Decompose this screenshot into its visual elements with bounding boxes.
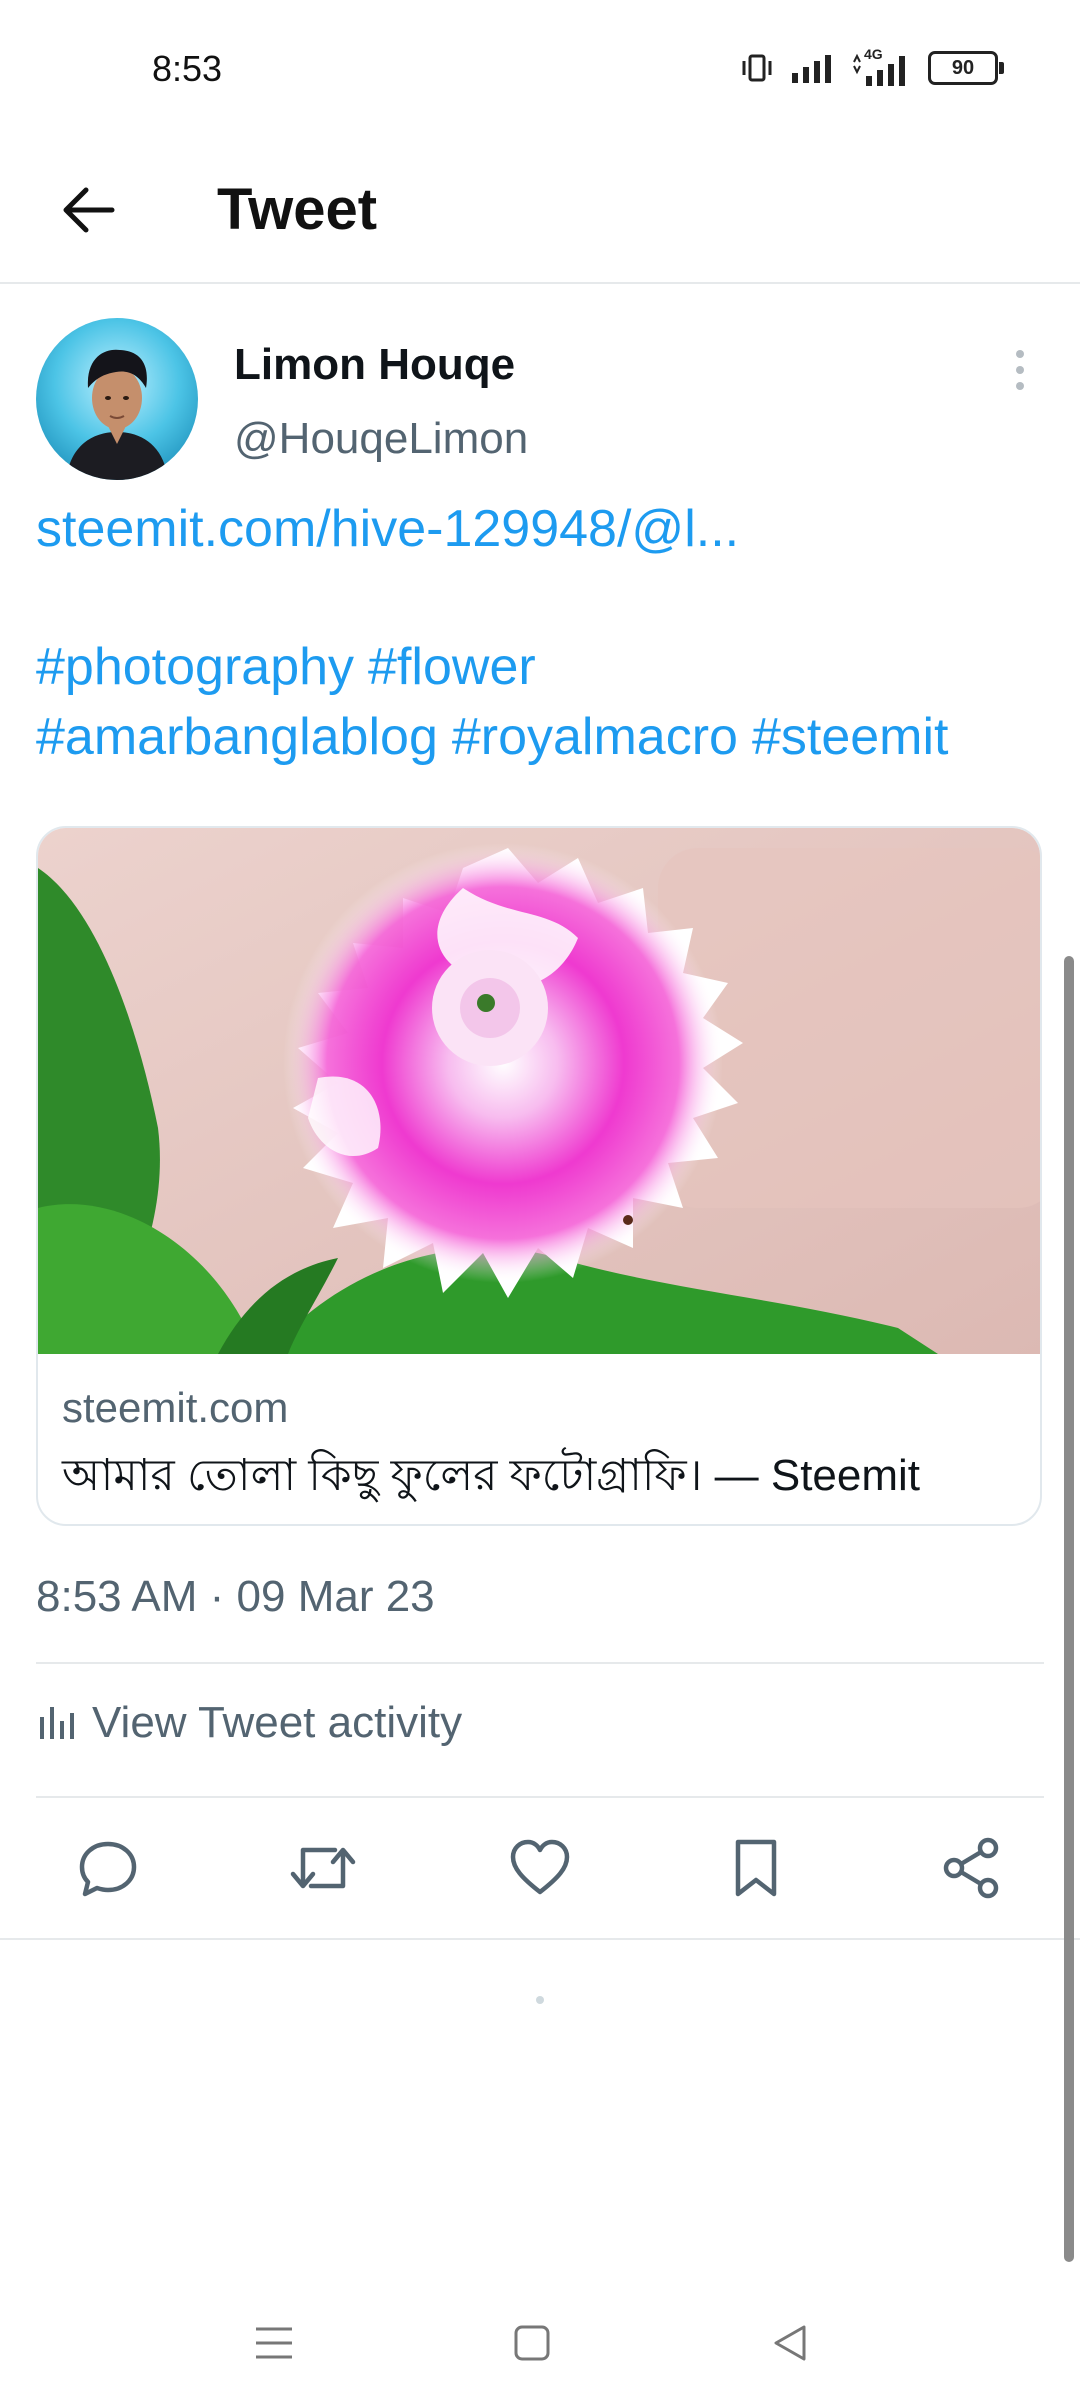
arrow-left-icon [63, 187, 115, 233]
tweet-actions [0, 1808, 1080, 1928]
battery-icon: 90 [928, 51, 1004, 85]
link-card-title: আমার তোলা কিছু ফুলের ফটোগ্রাফি। — Steemi… [62, 1451, 921, 1500]
link-preview-image [38, 828, 1040, 1354]
divider [36, 1662, 1044, 1664]
home-button[interactable] [492, 2308, 572, 2378]
speech-bubble-icon [79, 1841, 137, 1897]
triangle-back-icon [774, 2325, 806, 2361]
tweet-hashtags: #photography #flower #amarbanglablog #roya… [36, 632, 1056, 772]
reply-button[interactable] [68, 1828, 148, 1908]
bookmark-button[interactable] [716, 1828, 796, 1908]
more-options-button[interactable] [1000, 345, 1040, 395]
share-icon [943, 1837, 999, 1899]
divider [0, 1938, 1080, 1940]
battery-level: 90 [951, 56, 975, 79]
square-icon [514, 2325, 550, 2361]
vibrate-icon [742, 54, 772, 82]
back-button[interactable] [48, 170, 128, 250]
status-bar: 8:53 4G 90 [0, 0, 1080, 140]
hashtag-link[interactable]: #amarbanglablog [36, 708, 438, 766]
view-tweet-activity-link[interactable]: View Tweet activity [36, 1698, 462, 1748]
tweet-link[interactable]: steemit.com/hive-129948/@l... [36, 494, 739, 564]
status-time: 8:53 [152, 48, 223, 89]
loading-indicator [536, 1996, 544, 2004]
author-handle[interactable]: @HouqeLimon [234, 414, 528, 464]
author-name[interactable]: Limon Houqe [234, 340, 515, 390]
tweet-timestamp: 8:53 AM · 09 Mar 23 [36, 1572, 435, 1621]
signal-icon [792, 55, 831, 83]
bookmark-icon [735, 1839, 777, 1897]
page-title: Tweet [217, 177, 378, 242]
system-back-button[interactable] [750, 2308, 830, 2378]
link-card-domain: steemit.com [62, 1384, 289, 1431]
menu-lines-icon [256, 2327, 292, 2359]
scrollbar[interactable] [1064, 956, 1074, 2262]
kebab-menu-icon [1016, 350, 1024, 358]
system-nav-bar [0, 2290, 1080, 2400]
link-preview-card[interactable]: steemit.com আমার তোলা কিছু ফুলের ফটোগ্রা… [36, 826, 1042, 1526]
heart-icon [510, 1839, 570, 1895]
app-header: Tweet [0, 140, 1080, 284]
status-icons: 4G 90 [740, 46, 1004, 86]
recent-apps-button[interactable] [234, 2308, 314, 2378]
hashtag-link[interactable]: #royalmacro [452, 708, 738, 766]
retweet-button[interactable] [283, 1828, 363, 1908]
hashtag-link[interactable]: #flower [368, 638, 536, 696]
avatar[interactable] [36, 318, 198, 480]
retweet-icon [290, 1847, 356, 1889]
divider [36, 1796, 1044, 1798]
share-button[interactable] [932, 1828, 1012, 1908]
bar-chart-icon [40, 1707, 74, 1739]
tweet-text: steemit.com/hive-129948/@l... [36, 494, 1056, 564]
network-4g-signal-icon: 4G [850, 46, 912, 86]
hashtag-link[interactable]: #photography [36, 638, 354, 696]
like-button[interactable] [500, 1828, 580, 1908]
hashtag-link[interactable]: #steemit [752, 708, 949, 766]
view-tweet-activity-label: View Tweet activity [92, 1698, 463, 1747]
